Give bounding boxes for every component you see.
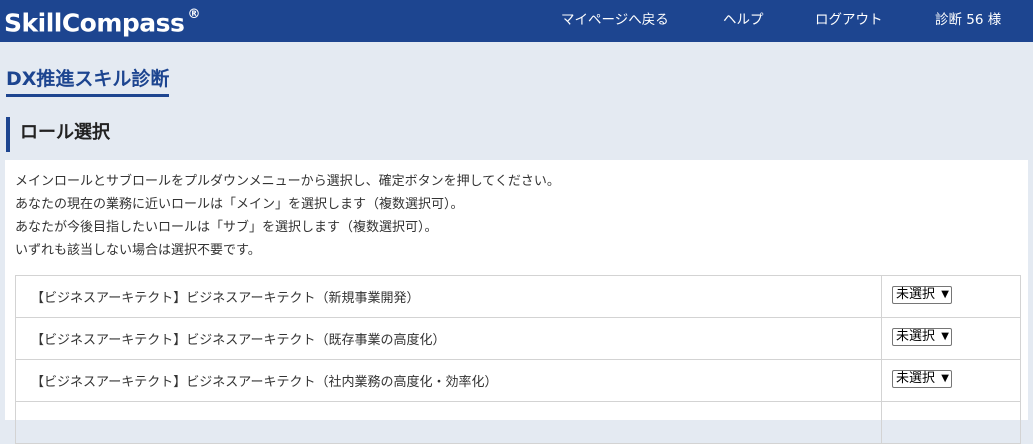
- page-title: DX推進スキル診断: [6, 66, 170, 97]
- table-row: 【ビジネスアーキテクト】ビジネスアーキテクト（既存事業の高度化） 未選択 ▼: [15, 317, 1021, 360]
- registered-mark: ®: [187, 7, 200, 22]
- role-select-dropdown[interactable]: 未選択 ▼: [892, 285, 952, 304]
- role-name: 【ビジネスアーキテクト】ビジネスアーキテクト（新規事業開発）: [15, 275, 882, 318]
- logo-text: SkillCompass: [4, 8, 185, 38]
- role-table: 【ビジネスアーキテクト】ビジネスアーキテクト（新規事業開発） 未選択 ▼ 【ビジ…: [15, 275, 1021, 444]
- table-row: 【ビジネスアーキテクト】ビジネスアーキテクト（社内業務の高度化・効率化） 未選択…: [15, 359, 1021, 402]
- select-value: 未選択: [896, 328, 936, 344]
- table-row: 【ビジネスアーキテクト】ビジネスアーキテクト（新規事業開発） 未選択 ▼: [15, 275, 1021, 318]
- select-value: 未選択: [896, 286, 936, 302]
- role-name: 【ビジネスアーキテクト】ビジネスアーキテクト（社内業務の高度化・効率化）: [15, 359, 882, 402]
- nav-help-link[interactable]: ヘルプ: [723, 11, 764, 29]
- instruction-line: いずれも該当しない場合は選択不要です。: [15, 243, 261, 258]
- section-accent-bar: [6, 117, 10, 152]
- top-navigation-bar: SkillCompass ® マイページへ戻る ヘルプ ログアウト 診断 56 様: [0, 0, 1033, 42]
- chevron-down-icon: ▼: [941, 372, 949, 384]
- role-select-dropdown[interactable]: 未選択 ▼: [892, 327, 952, 346]
- select-value: 未選択: [896, 370, 936, 386]
- user-name: 診断 56 様: [935, 12, 1002, 28]
- instruction-line: あなたの現在の業務に近いロールは「メイン」を選択します（複数選択可）。: [15, 197, 464, 212]
- role-name: 【ビジネスアーキテクト】ビジネスアーキテクト（既存事業の高度化）: [15, 317, 882, 360]
- nav-logout-link[interactable]: ログアウト: [815, 11, 883, 29]
- instruction-line: メインロールとサブロールをプルダウンメニューから選択し、確定ボタンを押してくださ…: [15, 174, 560, 189]
- skillcompass-logo[interactable]: SkillCompass ®: [4, 3, 200, 39]
- table-row: [15, 401, 1021, 444]
- chevron-down-icon: ▼: [941, 288, 949, 300]
- nav-mypage-link[interactable]: マイページへ戻る: [561, 11, 669, 29]
- role-select-dropdown[interactable]: 未選択 ▼: [892, 369, 952, 388]
- instruction-line: あなたが今後目指したいロールは「サブ」を選択します（複数選択可）。: [15, 220, 438, 235]
- chevron-down-icon: ▼: [941, 330, 949, 342]
- section-title: ロール選択: [20, 122, 110, 143]
